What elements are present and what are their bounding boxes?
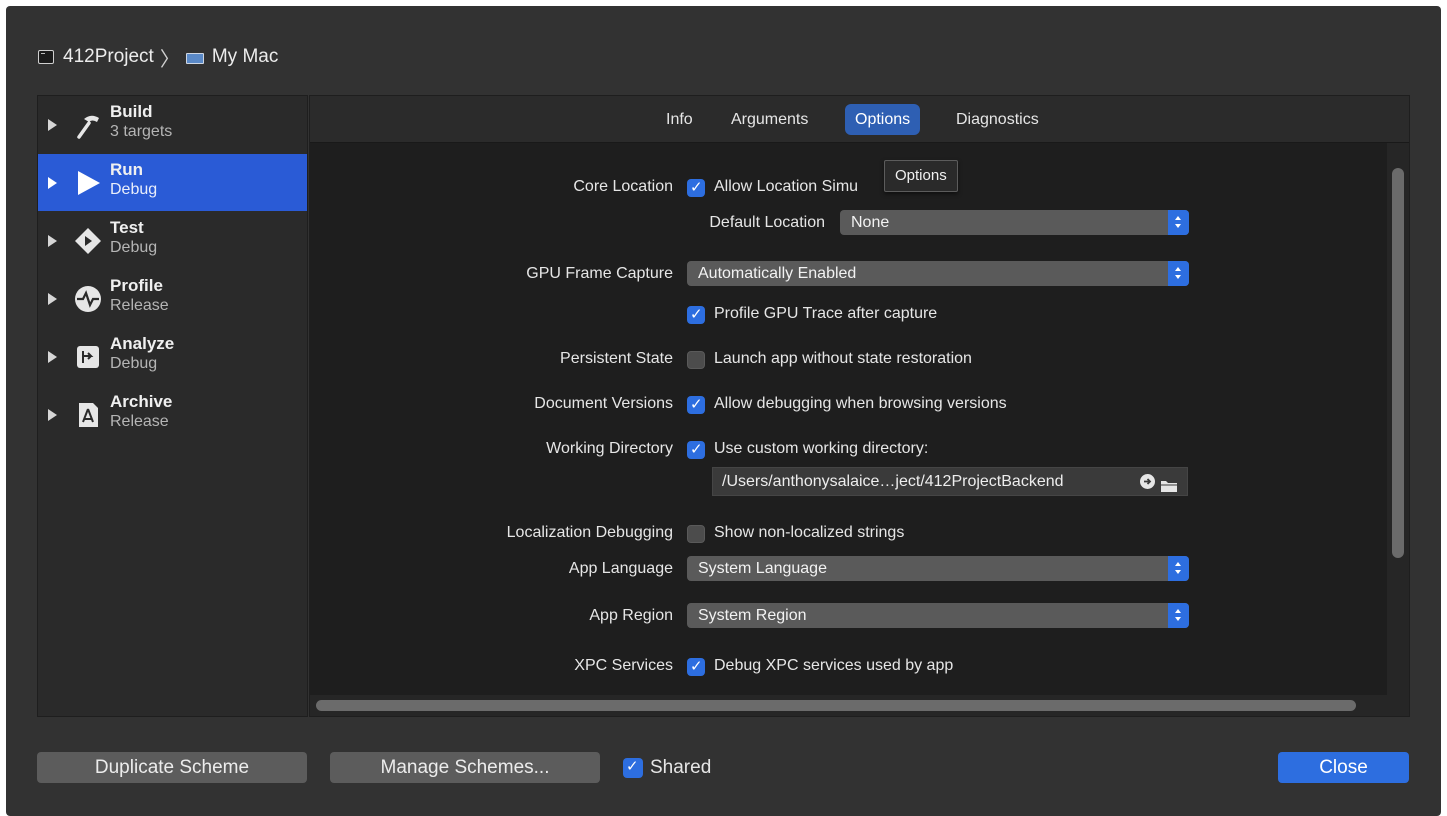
sidebar-item-title: Test [110, 218, 144, 237]
duplicate-scheme-button[interactable]: Duplicate Scheme [37, 752, 307, 783]
app-region-value: System Region [698, 607, 807, 624]
sidebar-item-subtitle: Debug [110, 239, 158, 256]
scheme-editor-sheet: 412Project 〉 My Mac Build 3 targets Run … [6, 6, 1441, 816]
persistent-state-label: Persistent State [560, 350, 673, 367]
gpu-frame-capture-value: Automatically Enabled [698, 265, 857, 282]
app-language-label: App Language [568, 560, 673, 577]
default-location-popup[interactable]: None [840, 210, 1189, 235]
disclosure-triangle-icon[interactable] [48, 118, 57, 131]
sidebar-item-subtitle: Release [110, 297, 169, 314]
tab-bar: Info Arguments Options Diagnostics [310, 96, 1409, 143]
horizontal-scrollbar[interactable] [316, 700, 1356, 711]
instruments-gauge-icon [72, 283, 104, 315]
app-region-label: App Region [589, 607, 673, 624]
document-versions-label: Document Versions [534, 395, 673, 412]
tab-diagnostics[interactable]: Diagnostics [946, 104, 1049, 135]
popup-arrows-icon [1168, 261, 1189, 286]
options-panel: Info Arguments Options Diagnostics Core … [309, 95, 1410, 717]
app-language-value: System Language [698, 560, 827, 577]
gpu-frame-capture-label: GPU Frame Capture [526, 265, 673, 282]
breadcrumb-project[interactable]: 412Project [63, 46, 154, 68]
app-region-popup[interactable]: System Region [687, 603, 1189, 628]
sidebar-item-run[interactable]: Run Debug [38, 154, 307, 211]
working-directory-path: /Users/anthonysalaice…ject/412ProjectBac… [722, 473, 1064, 490]
options-tooltip: Options [884, 160, 958, 192]
scheme-actions-sidebar: Build 3 targets Run Debug Test Debug Pro… [37, 95, 308, 717]
working-directory-path-field[interactable]: /Users/anthonysalaice…ject/412ProjectBac… [712, 467, 1188, 496]
shared-checkbox[interactable] [623, 757, 643, 778]
launch-without-state-restoration-text[interactable]: Launch app without state restoration [714, 350, 972, 368]
shared-label[interactable]: Shared [650, 757, 711, 779]
sidebar-item-title: Analyze [110, 334, 175, 353]
manage-schemes-button[interactable]: Manage Schemes... [330, 752, 600, 783]
profile-gpu-trace-text[interactable]: Profile GPU Trace after capture [714, 305, 937, 323]
sidebar-item-analyze[interactable]: Analyze Debug [38, 328, 307, 385]
archive-icon [72, 399, 104, 431]
sidebar-item-title: Profile [110, 276, 163, 295]
vertical-scrollbar[interactable] [1392, 168, 1404, 558]
show-non-localized-strings-text[interactable]: Show non-localized strings [714, 524, 904, 542]
sidebar-item-subtitle: Release [110, 413, 169, 430]
options-content: Core Location Allow Location Simu Defaul… [310, 143, 1387, 695]
disclosure-triangle-icon[interactable] [48, 292, 57, 305]
folder-icon[interactable] [1160, 475, 1178, 502]
sidebar-item-profile[interactable]: Profile Release [38, 270, 307, 327]
sidebar-item-subtitle: 3 targets [110, 123, 173, 140]
popup-arrows-icon [1168, 210, 1189, 235]
default-location-value: None [851, 214, 890, 231]
custom-working-directory-text[interactable]: Use custom working directory: [714, 440, 928, 458]
allow-debugging-versions-checkbox[interactable] [687, 395, 705, 414]
disclosure-triangle-icon[interactable] [48, 350, 57, 363]
app-language-popup[interactable]: System Language [687, 556, 1189, 581]
show-non-localized-strings-checkbox[interactable] [687, 525, 705, 543]
sidebar-item-title: Run [110, 160, 144, 179]
disclosure-triangle-icon[interactable] [48, 176, 57, 189]
sidebar-item-title: Archive [110, 392, 173, 411]
xpc-services-label: XPC Services [574, 657, 673, 674]
profile-gpu-trace-checkbox[interactable] [687, 305, 705, 324]
sidebar-item-subtitle: Debug [110, 355, 158, 372]
laptop-icon [185, 52, 204, 64]
sidebar-item-build[interactable]: Build 3 targets [38, 96, 307, 153]
gpu-frame-capture-popup[interactable]: Automatically Enabled [687, 261, 1189, 286]
custom-working-directory-checkbox[interactable] [687, 440, 705, 459]
allow-location-simulation-text[interactable]: Allow Location Simu [714, 178, 858, 196]
play-icon [72, 167, 104, 199]
allow-location-simulation-checkbox[interactable] [687, 178, 705, 197]
analyze-icon [72, 341, 104, 373]
localization-debugging-label: Localization Debugging [506, 524, 673, 541]
close-button[interactable]: Close [1278, 752, 1409, 783]
tab-info[interactable]: Info [656, 104, 703, 135]
working-directory-label: Working Directory [546, 440, 673, 457]
breadcrumb: 412Project 〉 My Mac [38, 44, 279, 71]
core-location-label: Core Location [573, 178, 673, 195]
debug-xpc-services-text[interactable]: Debug XPC services used by app [714, 657, 953, 675]
tab-options[interactable]: Options [845, 104, 921, 135]
terminal-app-icon [38, 50, 54, 64]
reveal-arrow-icon[interactable] [1140, 474, 1155, 489]
debug-xpc-services-checkbox[interactable] [687, 657, 705, 676]
disclosure-triangle-icon[interactable] [48, 234, 57, 247]
sidebar-item-title: Build [110, 102, 153, 121]
tab-arguments[interactable]: Arguments [721, 104, 818, 135]
launch-without-state-restoration-checkbox[interactable] [687, 351, 705, 369]
allow-debugging-versions-text[interactable]: Allow debugging when browsing versions [714, 395, 1007, 413]
chevron-right-icon: 〉 [159, 48, 180, 71]
popup-arrows-icon [1168, 556, 1189, 581]
sidebar-item-test[interactable]: Test Debug [38, 212, 307, 269]
hammer-icon [72, 109, 104, 141]
disclosure-triangle-icon[interactable] [48, 408, 57, 421]
test-diamond-icon [72, 225, 104, 257]
sidebar-item-archive[interactable]: Archive Release [38, 386, 307, 443]
breadcrumb-destination[interactable]: My Mac [212, 46, 279, 68]
sidebar-item-subtitle: Debug [110, 181, 158, 198]
default-location-label: Default Location [709, 214, 825, 231]
popup-arrows-icon [1168, 603, 1189, 628]
